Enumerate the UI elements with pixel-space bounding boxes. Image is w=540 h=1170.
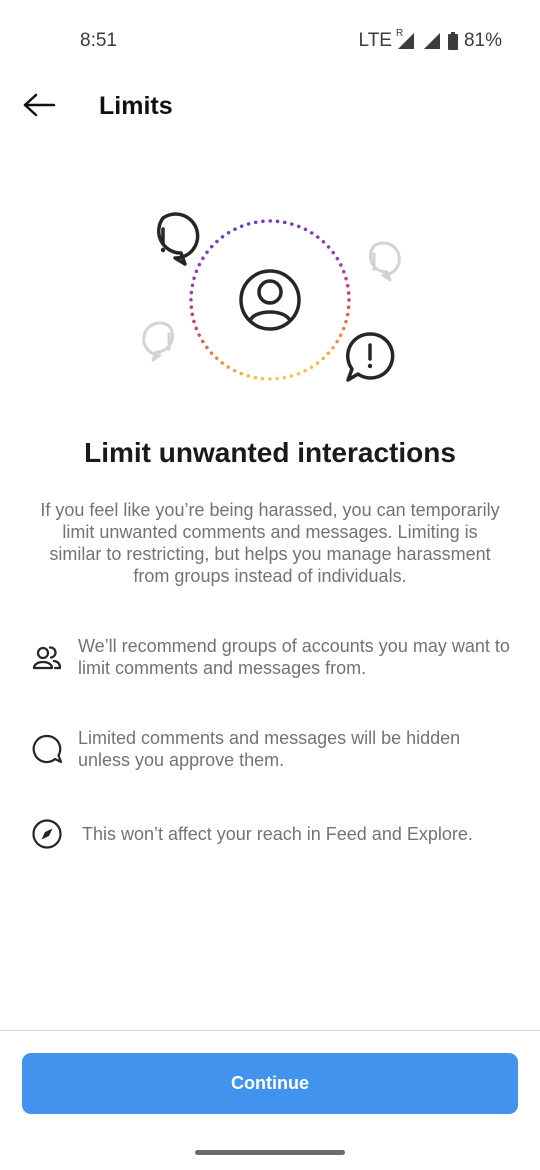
profile-icon (239, 269, 301, 331)
speech-bubble-icon (30, 732, 64, 766)
feature-text: This won’t affect your reach in Feed and… (82, 824, 473, 844)
headline: Limit unwanted interactions (84, 437, 456, 468)
back-button[interactable] (16, 84, 62, 130)
warning-bubble-faded-icon (369, 241, 401, 282)
roaming-label: R (395, 28, 404, 39)
people-icon (30, 640, 64, 674)
warning-bubble-faded-icon (142, 321, 174, 362)
page-title: Limits (99, 92, 173, 120)
battery-level: 81% (463, 30, 502, 51)
compass-icon (30, 817, 64, 851)
signal-icon (423, 33, 442, 49)
feature-item: Limited comments and messages will be hi… (30, 727, 510, 771)
dotted-ring (189, 219, 351, 381)
limits-illustration (130, 205, 410, 395)
status-indicators: LTE R 81% (358, 28, 502, 52)
status-time: 8:51 (80, 30, 117, 51)
arrow-left-icon (22, 93, 56, 122)
status-bar: 8:51 LTE R 81% (0, 0, 540, 84)
home-indicator[interactable] (195, 1150, 345, 1155)
header: Limits (0, 84, 540, 130)
feature-text: Limited comments and messages will be hi… (78, 728, 461, 770)
feature-item: This won’t affect your reach in Feed and… (30, 817, 510, 851)
warning-bubble-icon (157, 212, 200, 266)
continue-button[interactable]: Continue (22, 1053, 518, 1114)
feature-item: We’ll recommend groups of accounts you m… (30, 635, 510, 679)
battery-icon (447, 32, 458, 50)
network-type: LTE (358, 30, 392, 51)
footer-divider (0, 1030, 540, 1031)
description: If you feel like you’re being harassed, … (40, 500, 500, 586)
signal-roaming-icon: R (396, 28, 418, 49)
warning-bubble-icon (346, 332, 395, 382)
feature-text: We’ll recommend groups of accounts you m… (78, 636, 510, 678)
